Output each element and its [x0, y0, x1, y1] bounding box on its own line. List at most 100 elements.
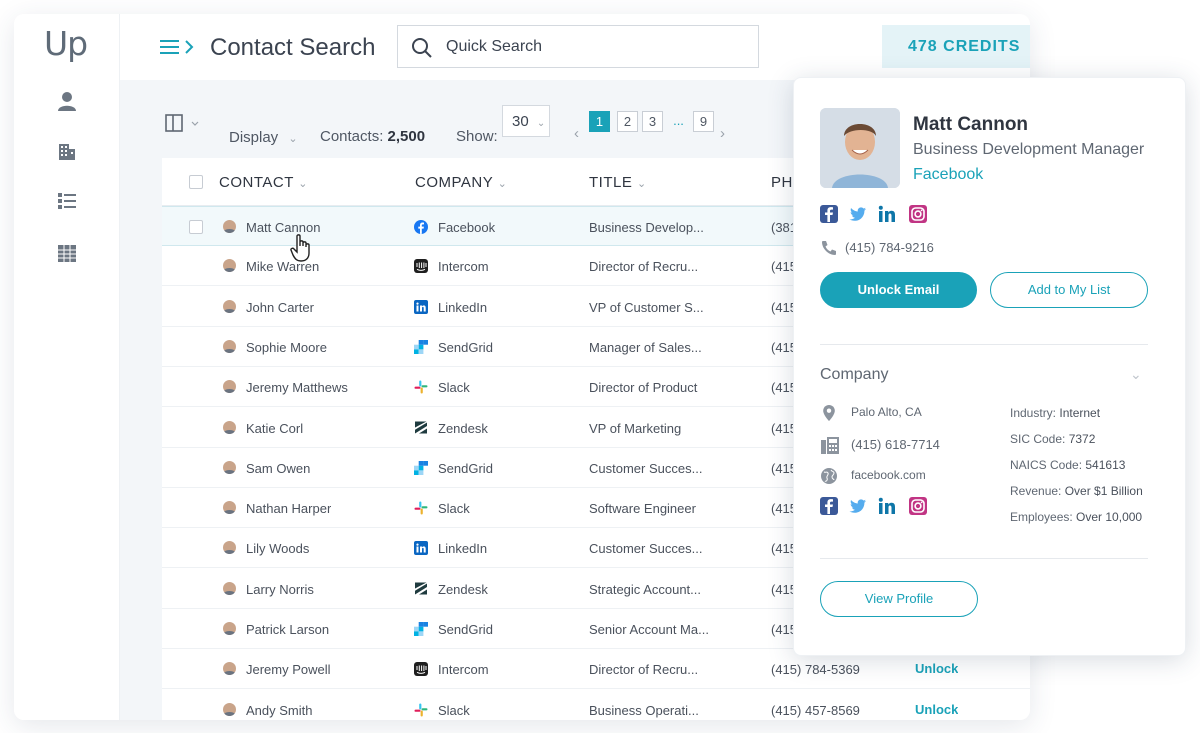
column-label: COMPANY [415, 174, 493, 191]
company-logo-icon [414, 501, 428, 515]
company-logo-icon [414, 421, 428, 435]
view-profile-button[interactable]: View Profile [820, 581, 978, 617]
contact-title: VP of Customer S... [589, 299, 704, 315]
company-phone[interactable]: (415) 618-7714 [851, 437, 940, 452]
column-phone[interactable]: PH [771, 174, 793, 191]
row-checkbox[interactable] [189, 220, 203, 234]
company-logo-icon [414, 460, 428, 475]
contact-name[interactable]: Sam Owen [246, 461, 310, 476]
company-name[interactable]: Facebook [438, 220, 495, 235]
linkedin-icon[interactable] [878, 497, 896, 515]
company-name[interactable]: Intercom [438, 662, 489, 677]
detail-value: Over 10,000 [1076, 510, 1143, 524]
company-logo-icon [414, 380, 428, 394]
avatar [223, 501, 236, 515]
list-icon[interactable] [56, 190, 78, 212]
contact-title: Strategic Account... [589, 581, 702, 597]
unlock-email-button[interactable]: Unlock Email [820, 272, 977, 308]
detail-value: 7372 [1068, 432, 1096, 446]
contact-name[interactable]: Matt Cannon [246, 220, 320, 235]
company-name[interactable]: SendGrid [438, 622, 493, 637]
contact-name[interactable]: Jeremy Powell [246, 662, 331, 677]
chevron-down-icon: ⌄ [536, 118, 546, 129]
menu-toggle-icon[interactable] [160, 37, 196, 57]
company-logo-icon [414, 622, 428, 636]
company-logo-icon [414, 299, 428, 314]
company-name[interactable]: SendGrid [438, 340, 493, 355]
quick-search[interactable] [397, 25, 759, 68]
avatar [820, 108, 900, 188]
company-name[interactable]: Slack [438, 380, 470, 395]
prev-page-icon[interactable]: ‹ [574, 125, 579, 142]
company-name[interactable]: Intercom [438, 259, 489, 274]
building-icon[interactable] [56, 140, 78, 162]
chevron-down-icon[interactable]: ⌄ [1130, 366, 1142, 383]
display-label: Display [229, 129, 279, 146]
contact-title: Manager of Sales... [589, 339, 702, 355]
contact-phone: (415) 457-8569 [771, 702, 860, 718]
avatar [223, 541, 236, 555]
company-name[interactable]: SendGrid [438, 461, 493, 476]
contact-company-link[interactable]: Facebook [913, 166, 983, 184]
company-website[interactable]: facebook.com [851, 468, 926, 482]
top-bar: Contact Search 478 CREDITS [120, 14, 1030, 80]
contact-name[interactable]: Andy Smith [246, 703, 312, 718]
grid-icon[interactable] [56, 242, 78, 264]
display-dropdown[interactable]: Display ⌄ [229, 129, 298, 146]
page-size-select[interactable]: 30 ⌄ [502, 105, 550, 137]
search-input[interactable] [446, 36, 746, 58]
page-3[interactable]: 3 [642, 111, 663, 132]
instagram-icon[interactable] [909, 205, 927, 223]
person-icon[interactable] [56, 90, 78, 112]
app-logo[interactable]: Up [44, 24, 88, 63]
company-name[interactable]: Zendesk [438, 582, 488, 597]
columns-icon [165, 114, 199, 132]
column-company[interactable]: COMPANY ⌄ [415, 174, 507, 191]
detail-label: NAICS Code: [1010, 458, 1083, 472]
twitter-icon[interactable] [849, 205, 867, 223]
twitter-icon[interactable] [849, 497, 867, 515]
column-contact[interactable]: CONTACT ⌄ [219, 174, 308, 191]
company-logo-icon [414, 703, 428, 717]
contacts-label: Contacts: [320, 128, 384, 145]
facebook-icon[interactable] [820, 497, 838, 515]
contact-name[interactable]: Larry Norris [246, 582, 314, 597]
avatar [223, 259, 236, 273]
instagram-icon[interactable] [909, 497, 927, 515]
contact-phone[interactable]: (415) 784-9216 [845, 240, 934, 255]
column-title[interactable]: TITLE ⌄ [589, 174, 647, 191]
contact-name[interactable]: Jeremy Matthews [246, 380, 348, 395]
contact-name[interactable]: Nathan Harper [246, 501, 331, 516]
unlock-link[interactable]: Unlock [915, 702, 958, 717]
company-name[interactable]: Zendesk [438, 421, 488, 436]
next-page-icon[interactable]: › [720, 125, 725, 142]
table-row[interactable]: Andy Smith Slack Business Operati... (415) … [162, 690, 1030, 720]
contact-name[interactable]: Lily Woods [246, 541, 309, 556]
avatar [223, 581, 236, 595]
phone-icon [820, 239, 838, 257]
contact-name[interactable]: Patrick Larson [246, 622, 329, 637]
contact-name[interactable]: John Carter [246, 300, 314, 315]
contact-name[interactable]: Sophie Moore [246, 340, 327, 355]
contacts-count: Contacts: 2,500 [320, 128, 425, 145]
add-to-list-button[interactable]: Add to My List [990, 272, 1148, 308]
page-title: Contact Search [210, 34, 376, 61]
linkedin-icon[interactable] [878, 205, 896, 223]
page-size-value: 30 [512, 113, 529, 130]
columns-toggle[interactable] [165, 114, 205, 134]
company-name[interactable]: LinkedIn [438, 541, 487, 556]
select-all-checkbox[interactable] [189, 175, 203, 189]
contact-name[interactable]: Katie Corl [246, 421, 303, 436]
left-rail: Up [14, 14, 120, 720]
page-1[interactable]: 1 [589, 111, 610, 132]
avatar [223, 622, 236, 635]
company-name[interactable]: LinkedIn [438, 300, 487, 315]
unlock-link[interactable]: Unlock [915, 661, 958, 676]
page-9[interactable]: 9 [693, 111, 714, 132]
facebook-icon[interactable] [820, 205, 838, 223]
page-2[interactable]: 2 [617, 111, 638, 132]
company-name[interactable]: Slack [438, 703, 470, 718]
avatar [223, 220, 236, 233]
company-name[interactable]: Slack [438, 501, 470, 516]
avatar [223, 339, 236, 353]
